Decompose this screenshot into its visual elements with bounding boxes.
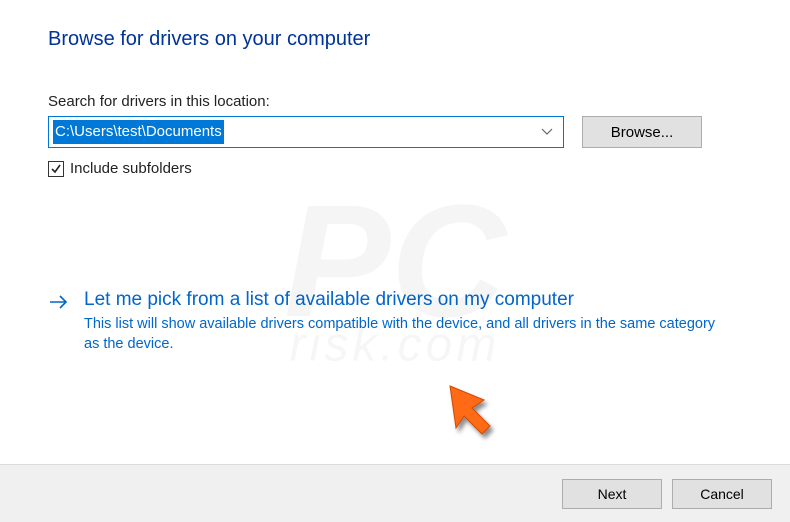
annotation-cursor-arrow-icon (442, 378, 512, 453)
include-subfolders-row[interactable]: Include subfolders (48, 160, 742, 177)
cancel-button[interactable]: Cancel (672, 479, 772, 509)
path-row: C:\Users\test\Documents Browse... (48, 116, 742, 148)
pick-from-list-description: This list will show available drivers co… (84, 315, 724, 354)
pick-from-list-title: Let me pick from a list of available dri… (84, 289, 724, 311)
dialog-footer: Next Cancel (0, 464, 790, 522)
include-subfolders-checkbox[interactable] (48, 161, 64, 177)
pick-from-list-option[interactable]: Let me pick from a list of available dri… (48, 289, 742, 354)
browse-button[interactable]: Browse... (582, 116, 702, 148)
chevron-down-icon (541, 123, 553, 141)
path-value: C:\Users\test\Documents (53, 120, 224, 144)
include-subfolders-label: Include subfolders (70, 160, 192, 177)
path-combobox[interactable]: C:\Users\test\Documents (48, 116, 564, 148)
dialog-content: Browse for drivers on your computer Sear… (0, 0, 790, 354)
search-location-label: Search for drivers in this location: (48, 93, 742, 110)
page-title: Browse for drivers on your computer (48, 28, 742, 51)
next-button[interactable]: Next (562, 479, 662, 509)
arrow-right-icon (48, 293, 70, 354)
